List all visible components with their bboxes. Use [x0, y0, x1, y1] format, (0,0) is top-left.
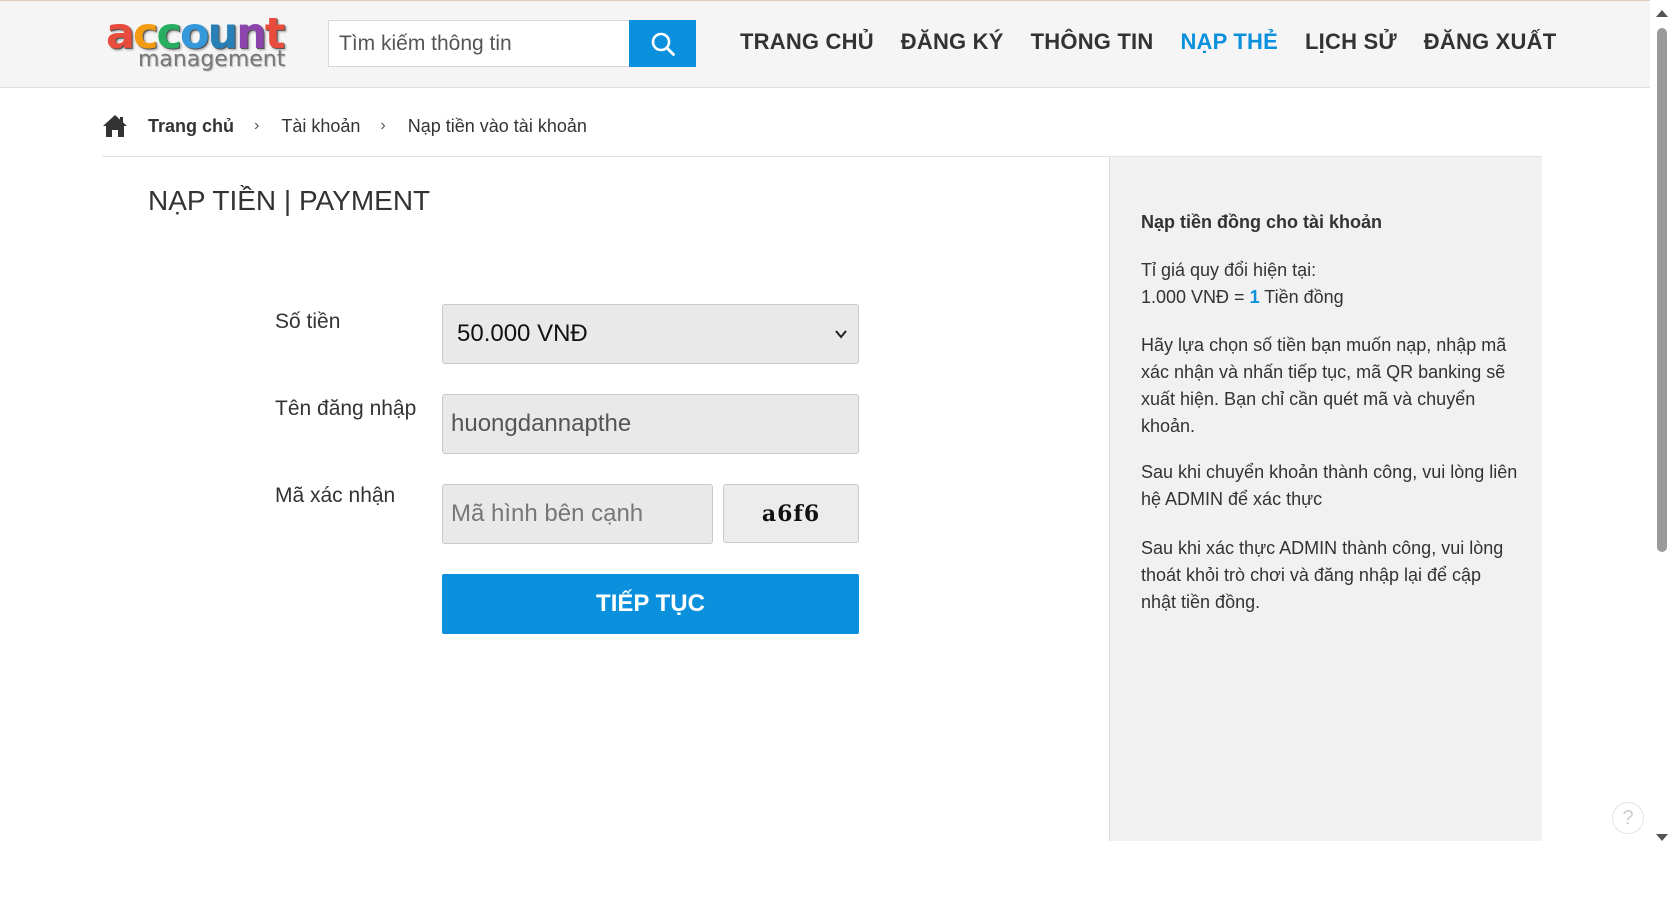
sidebar-title: Nạp tiền đồng cho tài khoản [1141, 212, 1383, 232]
scrollbar[interactable] [1650, 0, 1673, 907]
info-sidebar: Nạp tiền đồng cho tài khoản Tỉ giá quy đ… [1109, 157, 1542, 841]
sidebar-para-3: Sau khi xác thực ADMIN thành công, vui l… [1141, 538, 1504, 612]
scroll-up-icon[interactable] [1656, 10, 1668, 17]
breadcrumb-home[interactable]: Trang chủ [148, 116, 234, 137]
search-button[interactable] [629, 20, 696, 67]
rate-value: 1 [1249, 287, 1260, 307]
nav-topup[interactable]: NẠP THẺ [1180, 29, 1278, 55]
header: account management TRANG CHỦ ĐĂNG KÝ THÔ… [0, 0, 1650, 88]
exchange-rate: Tỉ giá quy đổi hiện tại: 1.000 VNĐ = 1 T… [1141, 257, 1521, 311]
captcha-label: Mã xác nhận [275, 484, 396, 507]
breadcrumb: Trang chủ › Tài khoản › Nạp tiền vào tài… [102, 108, 587, 144]
page: account management TRANG CHỦ ĐĂNG KÝ THÔ… [0, 0, 1673, 907]
nav-history[interactable]: LỊCH SỬ [1305, 29, 1397, 55]
username-label: Tên đăng nhập [275, 397, 417, 420]
amount-select[interactable]: 50.000 VNĐ [442, 304, 859, 364]
scroll-down-icon[interactable] [1656, 834, 1668, 841]
help-icon[interactable]: ? [1612, 802, 1644, 834]
rate-prefix: 1.000 VNĐ = [1141, 287, 1250, 307]
sidebar-para-2: Sau khi chuyển khoản thành công, vui lòn… [1141, 462, 1518, 509]
captcha-image[interactable]: a6f6 [723, 484, 859, 543]
breadcrumb-separator-icon: › [380, 117, 386, 134]
nav-info[interactable]: THÔNG TIN [1031, 29, 1154, 55]
captcha-placeholder: Mã hình bên cạnh [451, 500, 644, 527]
amount-selected-value: 50.000 VNĐ [457, 320, 588, 347]
search-bar [328, 20, 696, 67]
page-title: NẠP TIỀN | PAYMENT [148, 185, 431, 216]
rate-line1: Tỉ giá quy đổi hiện tại: [1141, 260, 1317, 280]
nav-register[interactable]: ĐĂNG KÝ [901, 29, 1004, 55]
scrollbar-thumb[interactable] [1657, 28, 1667, 552]
captcha-input[interactable]: Mã hình bên cạnh [442, 484, 713, 544]
home-icon[interactable] [102, 114, 128, 138]
rate-suffix: Tiền đồng [1259, 287, 1344, 307]
breadcrumb-separator-icon: › [254, 117, 260, 134]
username-field[interactable]: huongdannapthe [442, 394, 859, 454]
search-input[interactable] [328, 20, 629, 67]
logo[interactable]: account management [106, 11, 292, 75]
nav-home[interactable]: TRANG CHỦ [740, 29, 874, 55]
continue-button[interactable]: TIẾP TỤC [442, 574, 859, 634]
nav-logout[interactable]: ĐĂNG XUẤT [1424, 29, 1557, 55]
chevron-down-icon [835, 330, 847, 339]
breadcrumb-account[interactable]: Tài khoản [281, 116, 360, 137]
amount-label: Số tiền [275, 310, 341, 333]
logo-subtitle: management [138, 47, 286, 72]
captcha-code: a6f6 [761, 500, 821, 527]
main-nav: TRANG CHỦ ĐĂNG KÝ THÔNG TIN NẠP THẺ LỊCH… [740, 29, 1583, 55]
search-icon [651, 32, 675, 56]
username-value: huongdannapthe [451, 410, 632, 437]
breadcrumb-current: Nạp tiền vào tài khoản [407, 115, 587, 136]
sidebar-para-1: Hãy lựa chọn số tiền bạn muốn nạp, nhập … [1141, 335, 1507, 436]
